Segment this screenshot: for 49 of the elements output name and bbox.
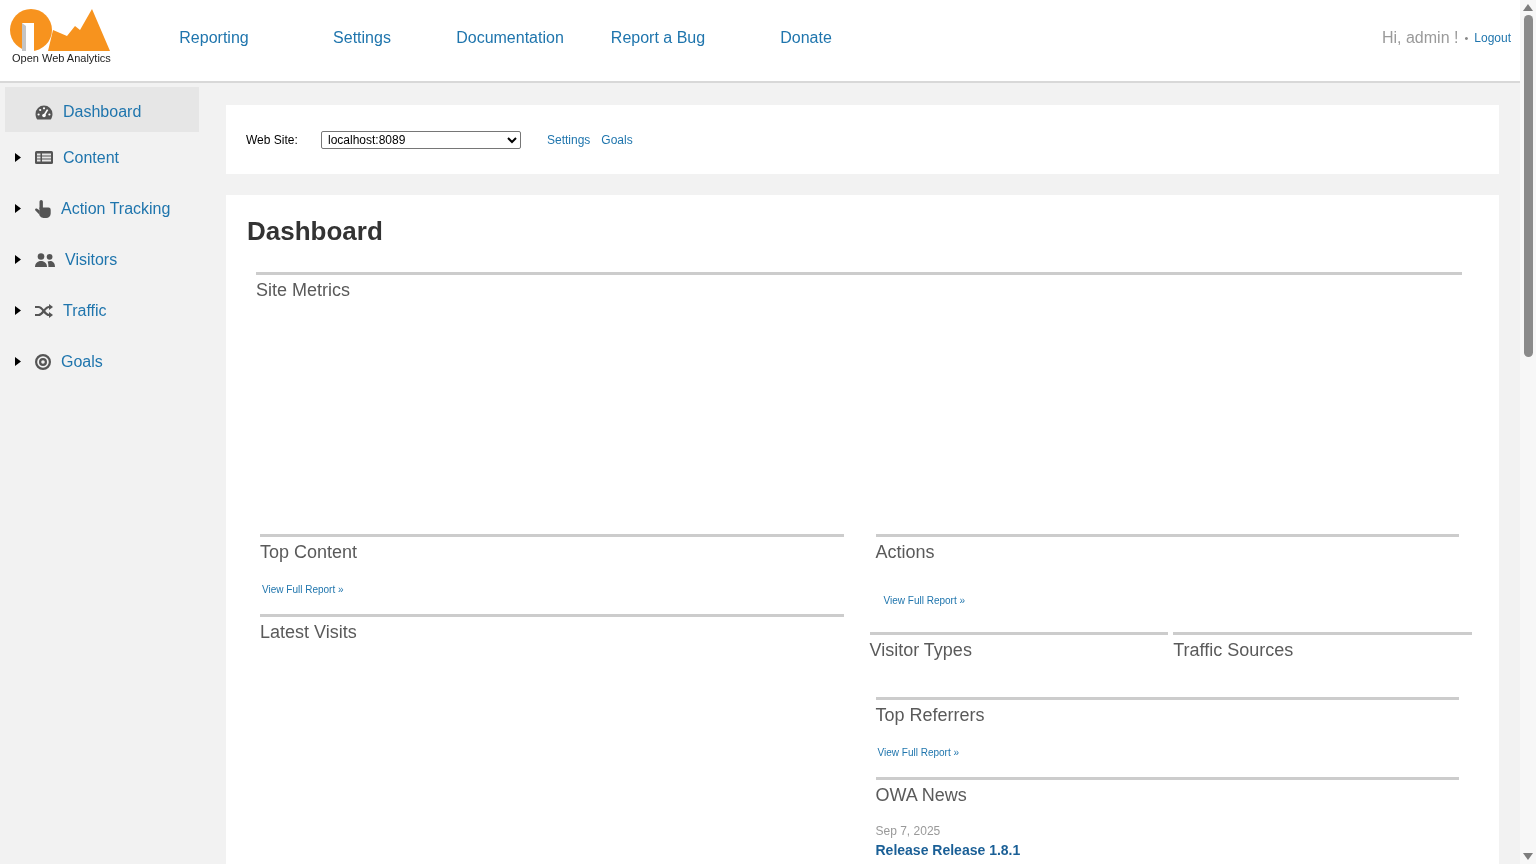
widget-title: Top Content	[260, 541, 359, 564]
website-select[interactable]: localhost:8089	[321, 130, 521, 149]
sidebar-item[interactable]: Action Tracking	[5, 183, 199, 234]
news-headline-link[interactable]: Release Release 1.8.1	[875, 842, 1021, 858]
sidebar-item[interactable]: Visitors	[5, 234, 199, 285]
caret-icon[interactable]	[15, 357, 21, 366]
widget-title: Latest Visits	[260, 621, 358, 644]
nav-link[interactable]: Report a Bug	[610, 28, 706, 48]
site-bar-link[interactable]: Settings	[547, 132, 591, 147]
widget-title: Site Metrics	[256, 279, 352, 302]
sidebar-item[interactable]: Traffic	[5, 285, 199, 336]
users-icon	[35, 252, 55, 267]
view-report-link[interactable]: View Full Report »	[883, 594, 966, 608]
logo-text: Open Web Analytics	[12, 52, 111, 64]
site-label: Web Site:	[246, 132, 299, 147]
scroll-down-icon[interactable]	[1523, 853, 1533, 860]
scrollbar-thumb[interactable]	[1523, 15, 1533, 357]
news-date: Sep 7, 2025	[875, 824, 942, 838]
logout-link[interactable]: Logout	[1474, 29, 1511, 46]
nav-link[interactable]: Documentation	[456, 28, 564, 48]
nav-link[interactable]: Donate	[780, 28, 832, 48]
widget-title: Traffic Sources	[1173, 639, 1295, 662]
sidebar-item[interactable]: Dashboard	[5, 87, 199, 132]
site-bar-link[interactable]: Goals	[601, 132, 633, 147]
separator-dot: •	[1464, 30, 1469, 45]
sidebar-item[interactable]: Goals	[5, 336, 199, 387]
shuffle-icon	[35, 303, 53, 318]
target-icon	[35, 353, 51, 370]
nav-link[interactable]: Settings	[333, 28, 391, 48]
gauge-icon	[35, 104, 53, 120]
list-icon	[35, 151, 53, 164]
view-report-link[interactable]: View Full Report »	[877, 746, 960, 760]
scrollbar[interactable]	[1520, 0, 1536, 864]
widget-title: OWA News	[875, 784, 968, 807]
caret-icon[interactable]	[15, 255, 21, 264]
page-title: Dashboard	[247, 215, 384, 247]
caret-icon[interactable]	[15, 306, 21, 315]
nav-link[interactable]: Reporting	[179, 28, 249, 48]
caret-icon[interactable]	[15, 204, 21, 213]
caret-icon[interactable]	[15, 153, 21, 162]
scroll-up-icon[interactable]	[1523, 4, 1533, 11]
widget-title: Actions	[875, 541, 936, 564]
greeting-text: Hi, admin !	[1381, 27, 1459, 48]
sidebar-item[interactable]: Content	[5, 132, 199, 183]
view-report-link[interactable]: View Full Report »	[262, 583, 344, 597]
hand-pointer-icon	[35, 199, 51, 218]
logo-icon	[10, 8, 110, 52]
widget-title: Top Referrers	[875, 704, 986, 727]
widget-title: Visitor Types	[869, 639, 973, 662]
